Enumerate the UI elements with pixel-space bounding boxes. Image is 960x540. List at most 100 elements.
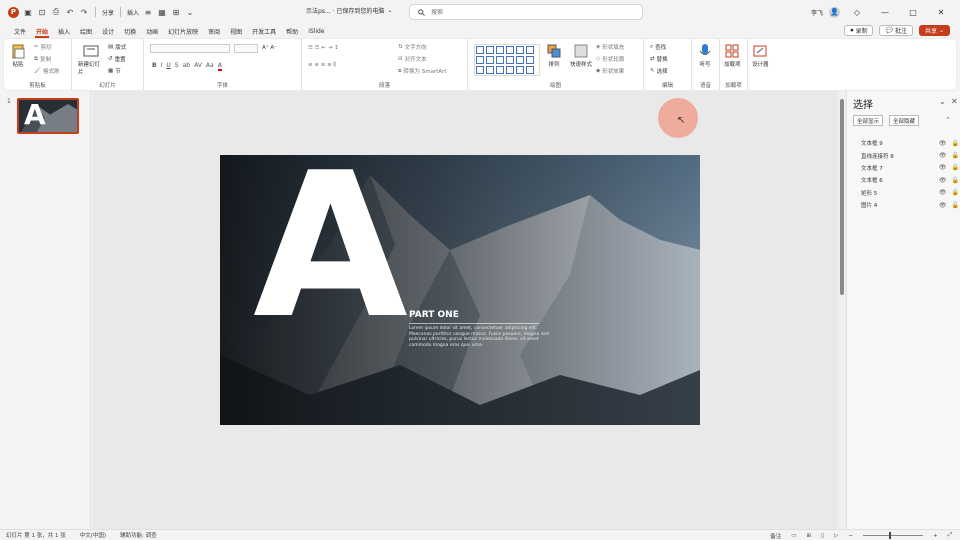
tab-view[interactable]: 视图 (225, 24, 247, 38)
avatar[interactable]: 👤 (829, 6, 840, 18)
font-name-select[interactable] (150, 44, 230, 53)
lock-icon[interactable]: 🔓 (952, 152, 959, 159)
tab-transitions[interactable]: 切换 (119, 24, 141, 38)
close-button[interactable]: ✕ (930, 0, 952, 24)
document-title[interactable]: 示法ps... · 已保存到您的电脑 ⌄ (306, 6, 392, 15)
shape-outline-button[interactable]: ◇ 形状轮廓 (596, 55, 624, 63)
section-button[interactable]: ▦ 节 (108, 67, 121, 75)
quick-styles-button[interactable]: 快速样式 (570, 43, 592, 68)
grid-icon[interactable]: ⊞ (171, 7, 181, 17)
vertical-scrollbar[interactable] (838, 91, 846, 529)
tab-insert[interactable]: 插入 (53, 24, 75, 38)
arrange-button[interactable]: 排列 (546, 43, 562, 68)
shape-item[interactable] (516, 46, 524, 54)
shape-item[interactable] (486, 46, 494, 54)
strikethrough-button[interactable]: S (175, 62, 179, 71)
eye-icon[interactable]: 👁 (939, 189, 947, 196)
undo-icon[interactable]: ↶ (65, 7, 75, 17)
tab-islide[interactable]: iSlide (303, 24, 329, 38)
grow-font-button[interactable]: A⁺ A⁻ (262, 45, 277, 51)
shapes-gallery[interactable] (474, 44, 540, 76)
bullets-button[interactable]: ☰ ☰ ⇤ ⇥ ↕ (308, 45, 339, 51)
eye-icon[interactable]: 👁 (939, 152, 947, 159)
smartart-button[interactable]: ⧈ 转换为 SmartArt (398, 67, 447, 76)
search-box[interactable] (409, 4, 643, 20)
shape-item[interactable] (526, 46, 534, 54)
cut-button[interactable]: ✂ 剪切 (34, 43, 52, 51)
shape-fill-button[interactable]: ◈ 形状填充 (596, 43, 624, 51)
align-text-button[interactable]: ⊟ 对齐文本 (398, 55, 427, 63)
shape-item[interactable] (516, 66, 524, 74)
notes-button[interactable]: 备注 (770, 532, 781, 540)
normal-view-icon[interactable]: ▭ (791, 533, 796, 539)
shadow-button[interactable]: ab (183, 62, 191, 71)
spacing-button[interactable]: AV (194, 62, 202, 71)
tab-file[interactable]: 文件 (9, 24, 31, 38)
eye-icon[interactable]: 👁 (939, 202, 947, 209)
eye-icon[interactable]: 👁 (939, 140, 947, 147)
zoom-slider[interactable] (862, 532, 923, 539)
replace-button[interactable]: ⇄ 替换 (650, 55, 668, 63)
insert-quick-label[interactable]: 插入 (127, 8, 139, 17)
diamond-icon[interactable]: ◇ (846, 0, 868, 24)
tab-home[interactable]: 开始 (31, 24, 53, 38)
user-name[interactable]: 李飞 (811, 8, 823, 17)
underline-button[interactable]: U (166, 62, 170, 71)
save-icon[interactable]: ▣ (23, 7, 33, 17)
shape-item[interactable] (496, 46, 504, 54)
lock-icon[interactable]: 🔓 (952, 140, 959, 147)
find-button[interactable]: ⌕ 查找 (650, 43, 666, 52)
tab-design[interactable]: 设计 (97, 24, 119, 38)
shape-item[interactable] (476, 56, 484, 64)
paste-button[interactable]: 粘贴 (10, 43, 26, 68)
tab-draw[interactable]: 绘图 (75, 24, 97, 38)
record-button[interactable]: ⏺ 录制 (844, 25, 874, 36)
maximize-button[interactable]: □ (902, 0, 924, 24)
tab-help[interactable]: 帮助 (281, 24, 303, 38)
list-item[interactable]: 文本框 9 👁 🔓 (861, 137, 959, 149)
zoom-out-icon[interactable]: − (848, 533, 853, 539)
shape-item[interactable] (486, 66, 494, 74)
share-button[interactable]: 共享 ⌄ (918, 25, 950, 36)
shape-item[interactable] (496, 56, 504, 64)
copy-button[interactable]: ⧉ 复制 (34, 55, 51, 64)
lock-icon[interactable]: 🔓 (952, 189, 959, 196)
redo-icon[interactable]: ↷ (79, 7, 89, 17)
fit-slide-icon[interactable]: ⤢ (948, 532, 952, 539)
font-size-select[interactable] (234, 44, 258, 53)
shape-item[interactable] (506, 46, 514, 54)
dictate-button[interactable]: 听写 (697, 43, 713, 68)
new-slide-button[interactable]: 新建幻灯片 (78, 43, 104, 76)
slide-big-letter[interactable]: A (253, 155, 408, 347)
eye-icon[interactable]: 👁 (939, 164, 947, 171)
shape-item[interactable] (476, 66, 484, 74)
shape-item[interactable] (496, 66, 504, 74)
slide-body-text[interactable]: Lorem ipsum dolor sit amet, consectetuer… (409, 326, 559, 348)
shape-item[interactable] (506, 56, 514, 64)
new-slide-icon[interactable]: ⊡ (37, 7, 47, 17)
shape-item[interactable] (476, 46, 484, 54)
addins-button[interactable]: 加载项 (724, 43, 741, 68)
share-quick-label[interactable]: 分享 (102, 8, 114, 17)
search-input[interactable] (431, 8, 611, 16)
move-up-icon[interactable]: ⌃ (945, 116, 951, 124)
list-item[interactable]: 直线连接符 8 👁 🔓 (861, 149, 959, 161)
shape-item[interactable] (526, 66, 534, 74)
align-icon[interactable]: ≡ (143, 7, 153, 17)
sorter-view-icon[interactable]: ⊞ (807, 533, 812, 539)
select-button[interactable]: ↖ 选择 (650, 67, 668, 75)
designer-button[interactable]: 设计器 (752, 43, 769, 68)
tab-animations[interactable]: 动画 (141, 24, 163, 38)
hide-all-button[interactable]: 全部隐藏 (889, 115, 920, 126)
slide-heading[interactable]: PART ONE (409, 310, 459, 320)
layout-button[interactable]: ▤ 版式 (108, 43, 126, 51)
language-indicator[interactable]: 中文(中国) (80, 531, 106, 539)
tab-review[interactable]: 审阅 (203, 24, 225, 38)
list-item[interactable]: 文本框 7 👁 🔓 (861, 162, 959, 174)
italic-button[interactable]: I (161, 62, 163, 71)
font-color-button[interactable]: A (217, 62, 222, 71)
slide-thumbnail[interactable]: A (17, 98, 79, 134)
scrollbar-thumb[interactable] (840, 99, 844, 295)
chevron-down-icon[interactable]: ⌄ (939, 97, 946, 106)
comment-button[interactable]: 💬 批注 (879, 25, 913, 36)
